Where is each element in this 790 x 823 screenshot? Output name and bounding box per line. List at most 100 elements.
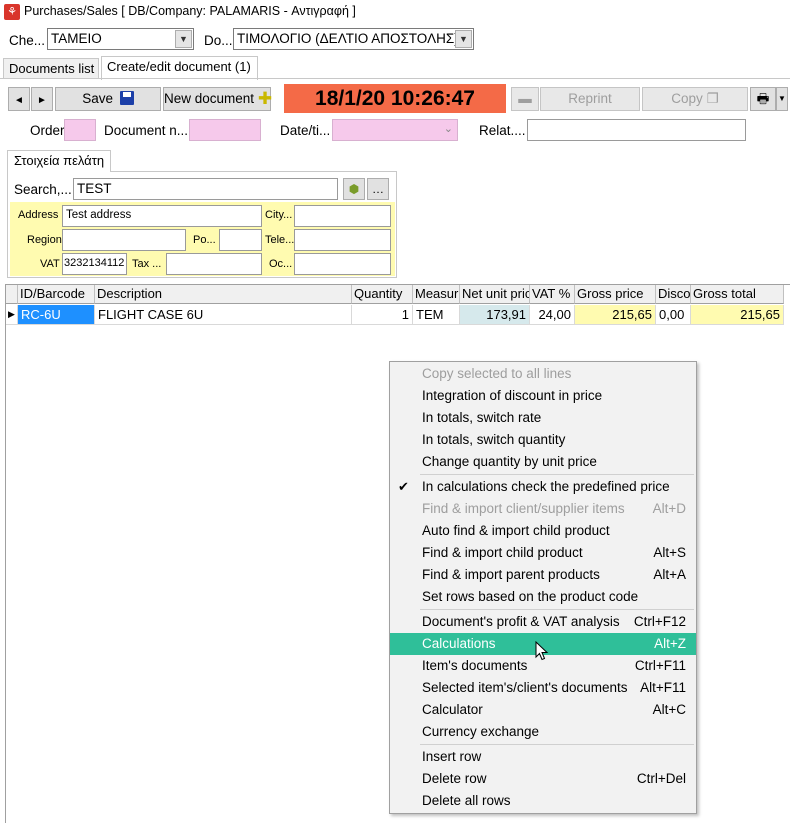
next-record-button[interactable]: ► [31,87,53,111]
menu-item-auto-find-child[interactable]: Auto find & import child product [390,520,696,542]
column-header[interactable]: Net unit pric [460,285,530,304]
address-field[interactable]: Test address [62,205,262,227]
menu-separator [420,744,694,745]
table-cell[interactable]: 1 [352,305,413,325]
menu-item-currency-exchange[interactable]: Currency exchange [390,721,696,743]
customer-more-button[interactable]: … [367,178,389,200]
postal-field[interactable] [219,229,262,251]
column-header[interactable]: VAT % [530,285,575,304]
vat-field[interactable]: 3232134112 [62,253,127,275]
menu-item-change-quantity[interactable]: Change quantity by unit price [390,451,696,473]
document-number-field[interactable] [189,119,261,141]
arrow-right-icon: ► [37,95,47,106]
menu-item-delete-row[interactable]: Delete row Ctrl+Del [390,768,696,790]
menu-item-find-client-items[interactable]: Find & import client/supplier items Alt+D [390,498,696,520]
mouse-pointer-icon [535,641,549,661]
ellipsis-icon: … [372,182,384,196]
vat-label: VAT [40,258,60,270]
address-label: Address [18,209,59,221]
document-type-value: ΤΙΜΟΛΟΓΙΟ (ΔΕΛΤΙΟ ΑΠΟΣΤΟΛΗΣ) [237,31,459,46]
order-label: Order [30,123,65,138]
new-document-label: New document [164,91,255,106]
checkout-select[interactable]: ΤΑΜΕΙΟ ▼ [47,28,194,50]
menu-separator [420,474,694,475]
floppy-disk-icon [119,91,134,105]
table-cell[interactable]: 0,00 [656,305,691,325]
customer-search-input[interactable]: TEST [73,178,338,200]
document-type-select[interactable]: ΤΙΜΟΛΟΓΙΟ (ΔΕΛΤΙΟ ΑΠΟΣΤΟΛΗΣ) ▼ [233,28,474,50]
column-header[interactable]: Gross total [691,285,784,304]
document-type-label: Do... [204,33,233,48]
tax-office-label: Tax ... [132,258,162,270]
table-cell[interactable]: 215,65 [691,305,784,325]
menu-item-copy-selected[interactable]: Copy selected to all lines [390,363,696,385]
tab-customer-details[interactable]: Στοιχεία πελάτη [7,150,112,172]
customer-lookup-button[interactable]: ⬢ [343,178,365,200]
column-header[interactable]: Disco [656,285,691,304]
customer-search-label: Search,... [14,182,72,197]
row-indicator-header [6,285,18,304]
table-cell[interactable]: FLIGHT CASE 6U [95,305,352,325]
menu-item-find-parent[interactable]: Find & import parent products Alt+A [390,564,696,586]
minus-icon: ▬ [518,91,532,106]
menu-item-insert-row[interactable]: Insert row [390,746,696,768]
city-field[interactable] [294,205,391,227]
menu-item-switch-rate[interactable]: In totals, switch rate [390,407,696,429]
menu-item-set-rows[interactable]: Set rows based on the product code [390,586,696,608]
title-bar: ⚘ Purchases/Sales [ DB/Company: PALAMARI… [0,0,790,24]
window-title: Purchases/Sales [ DB/Company: PALAMARIS … [24,4,356,18]
menu-item-profit-vat[interactable]: Document's profit & VAT analysis Ctrl+F12 [390,611,696,633]
column-header[interactable]: Description [95,285,352,304]
menu-item-delete-all-rows[interactable]: Delete all rows [390,790,696,812]
new-document-button[interactable]: New document ✚ [163,87,272,111]
city-label: City... [265,209,293,221]
checkout-value: ΤΑΜΕΙΟ [51,31,102,46]
date-time-label: Date/ti... [280,123,331,138]
date-time-field[interactable]: ⌄ [332,119,458,141]
tab-documents-list[interactable]: Documents list [3,58,99,79]
menu-item-find-child[interactable]: Find & import child product Alt+S [390,542,696,564]
datetime-display: 18/1/20 10:26:47 [284,84,506,113]
postal-label: Po... [193,234,216,246]
related-field[interactable] [527,119,746,141]
column-header[interactable]: Measur [413,285,460,304]
print-menu-button[interactable]: ▼ [776,87,788,111]
region-field[interactable] [62,229,186,251]
menu-item-integrate-discount[interactable]: Integration of discount in price [390,385,696,407]
table-cell[interactable]: 215,65 [575,305,656,325]
occupation-field[interactable] [294,253,391,275]
column-header[interactable]: Gross price [575,285,656,304]
column-header[interactable]: ID/Barcode [18,285,95,304]
tab-create-edit-document[interactable]: Create/edit document (1) [101,56,258,80]
order-field[interactable] [64,119,96,141]
chevron-down-icon[interactable]: ▼ [455,30,472,48]
table-cell[interactable]: TEM [413,305,460,325]
context-menu: Copy selected to all lines Integration o… [389,361,697,814]
table-cell[interactable]: 173,91 [460,305,530,325]
copy-button[interactable]: Copy ❐ [642,87,748,111]
telephone-field[interactable] [294,229,391,251]
minus-button[interactable]: ▬ [511,87,539,111]
checkout-label: Che... [9,33,46,48]
table-cell[interactable]: RC-6U [18,305,95,325]
region-label: Region [27,234,62,246]
menu-item-calculator[interactable]: Calculator Alt+C [390,699,696,721]
copy-icon: ❐ [706,91,719,106]
reprint-button[interactable]: Reprint [540,87,640,111]
chevron-down-icon[interactable]: ⌄ [444,122,453,135]
prev-record-button[interactable]: ◄ [8,87,30,111]
table-cell[interactable]: 24,00 [530,305,575,325]
tab-divider [0,78,790,79]
save-button[interactable]: Save [55,87,161,111]
related-label: Relat.... [479,123,526,138]
menu-item-selected-documents[interactable]: Selected item's/client's documents Alt+F1… [390,677,696,699]
print-button[interactable]: 🖶 [750,87,776,111]
save-label: Save [82,91,113,106]
chevron-down-icon[interactable]: ▼ [175,30,192,48]
column-header[interactable]: Quantity [352,285,413,304]
app-logo-icon: ⚘ [4,4,20,20]
tax-office-field[interactable] [166,253,262,275]
menu-item-check-predefined-price[interactable]: ✔ In calculations check the predefined p… [390,476,696,498]
cube-icon: ⬢ [348,182,360,196]
menu-item-switch-quantity[interactable]: In totals, switch quantity [390,429,696,451]
